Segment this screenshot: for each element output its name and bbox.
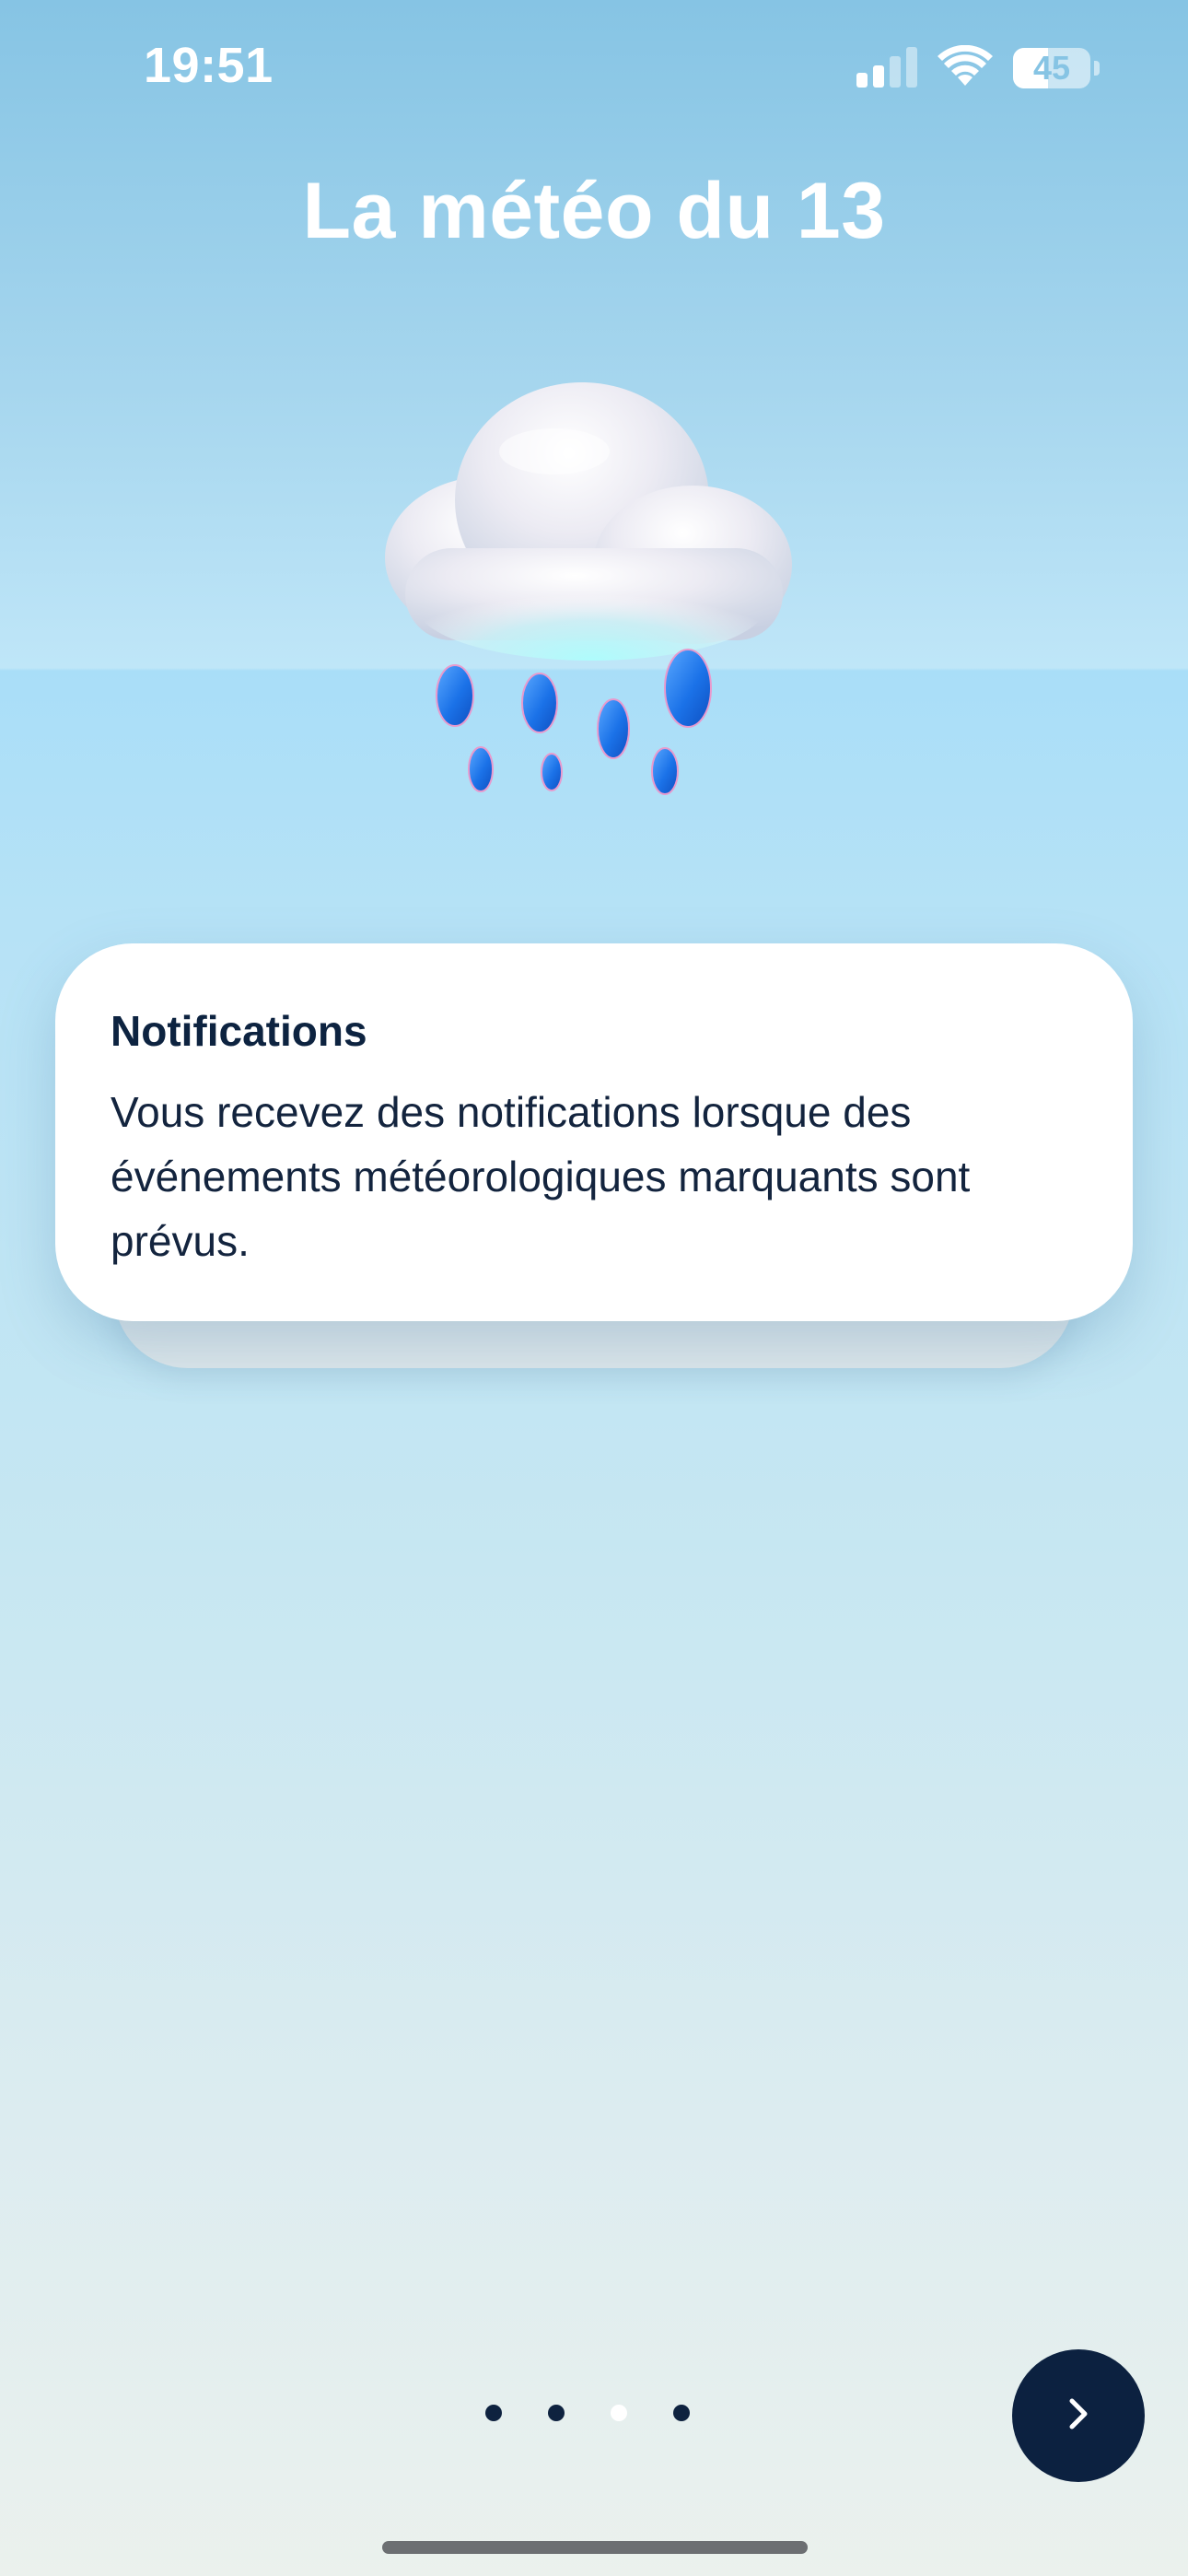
card-title: Notifications: [111, 1007, 367, 1055]
page-title: La météo du 13: [302, 167, 886, 255]
status-icons: 45: [856, 42, 1100, 94]
page-dot[interactable]: [485, 2405, 502, 2421]
wifi-icon: [938, 44, 993, 92]
chevron-right-icon: [1060, 2395, 1097, 2437]
cellular-signal-icon: [856, 45, 917, 92]
card-description: Vous recevez des notifications lorsque d…: [111, 1088, 971, 1265]
status-time: 19:51: [144, 38, 274, 93]
battery-level-text: 45: [1032, 49, 1071, 87]
rain-drops: [436, 649, 712, 795]
notifications-card: Notifications Vous recevez des notificat…: [55, 943, 1133, 1321]
battery-tip: [1094, 61, 1100, 76]
page-dot[interactable]: [548, 2405, 565, 2421]
rain-cloud-icon: [350, 364, 829, 815]
page-dot[interactable]: [611, 2405, 627, 2421]
cloud-shape: [385, 382, 792, 661]
home-indicator[interactable]: [382, 2541, 808, 2554]
page-indicator: [485, 2405, 690, 2421]
next-button[interactable]: [1012, 2349, 1145, 2482]
page-dot[interactable]: [673, 2405, 690, 2421]
battery-icon: 45: [1013, 48, 1090, 88]
